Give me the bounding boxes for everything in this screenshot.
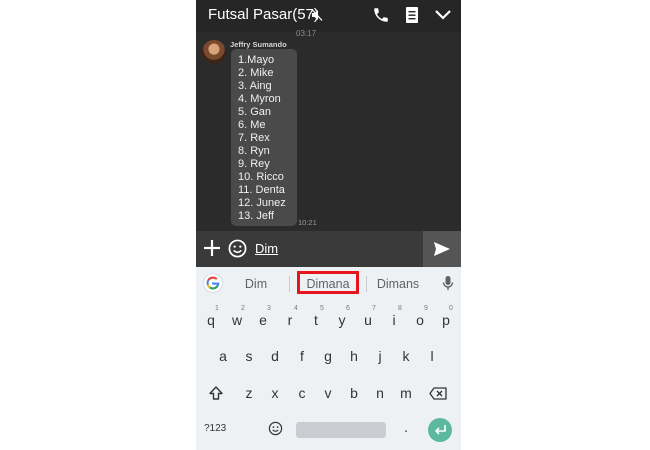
key-hint: 8 xyxy=(398,305,402,312)
key-x[interactable]: x xyxy=(264,385,286,401)
key-hint: 0 xyxy=(449,305,453,312)
key-g[interactable]: g xyxy=(317,348,339,364)
key-hint: 6 xyxy=(346,305,350,312)
key-d[interactable]: d xyxy=(264,348,286,364)
keyboard: Dim Dimana Dimans q w e r t y u i o p 1 … xyxy=(196,267,461,450)
emoji-key-icon[interactable] xyxy=(268,421,283,441)
enter-button[interactable] xyxy=(428,418,452,442)
phone-screen: Futsal Pasar(57) 03:17 Jeffry Sumando 1.… xyxy=(196,0,461,450)
message-line: 1.Mayo xyxy=(238,54,275,66)
key-y[interactable]: y xyxy=(331,312,353,328)
key-n[interactable]: n xyxy=(369,385,391,401)
key-i[interactable]: i xyxy=(383,312,405,328)
message-time: 10:21 xyxy=(298,218,317,227)
suggestion-divider xyxy=(366,276,367,292)
key-w[interactable]: w xyxy=(226,312,248,328)
suggestion-divider xyxy=(289,276,290,292)
message-line: 9. Rey xyxy=(238,158,270,170)
message-line: 13. Jeff xyxy=(238,210,274,222)
key-f[interactable]: f xyxy=(291,348,313,364)
key-l[interactable]: l xyxy=(421,348,443,364)
key-hint: 3 xyxy=(267,305,271,312)
key-hint: 2 xyxy=(241,305,245,312)
shift-icon[interactable] xyxy=(208,385,224,406)
previous-message-time: 03:17 xyxy=(296,29,317,38)
message-line: 6. Me xyxy=(238,119,266,131)
message-line: 7. Rex xyxy=(238,132,270,144)
space-bar[interactable] xyxy=(296,422,386,438)
suggestion-1[interactable]: Dim xyxy=(236,277,276,291)
key-o[interactable]: o xyxy=(409,312,431,328)
send-button[interactable] xyxy=(423,231,461,267)
message-line: 3. Aing xyxy=(238,80,272,92)
message-bubble[interactable]: 1.Mayo 2. Mike 3. Aing 4. Myron 5. Gan 6… xyxy=(231,49,297,226)
emoji-icon[interactable] xyxy=(228,239,247,263)
chevron-down-icon[interactable] xyxy=(434,8,452,27)
message-line: 8. Ryn xyxy=(238,145,270,157)
backspace-icon[interactable] xyxy=(429,387,447,405)
key-q[interactable]: q xyxy=(200,312,222,328)
key-hint: 5 xyxy=(320,305,324,312)
message-input[interactable]: Dim xyxy=(255,241,278,256)
period-key[interactable]: . xyxy=(404,419,408,435)
key-m[interactable]: m xyxy=(395,385,417,401)
key-hint: 7 xyxy=(372,305,376,312)
key-p[interactable]: p xyxy=(435,312,457,328)
symbols-key[interactable]: ?123 xyxy=(204,423,226,434)
google-logo-icon[interactable] xyxy=(204,274,222,292)
avatar[interactable] xyxy=(202,40,226,64)
message-input-bar: Dim xyxy=(196,231,461,267)
chat-header: Futsal Pasar(57) xyxy=(196,0,461,32)
key-hint: 1 xyxy=(215,305,219,312)
key-c[interactable]: c xyxy=(291,385,313,401)
phone-icon[interactable] xyxy=(372,6,390,29)
key-e[interactable]: e xyxy=(252,312,274,328)
message-line: 11. Denta xyxy=(238,184,285,196)
key-a[interactable]: a xyxy=(212,348,234,364)
sender-name: Jeffry Sumando xyxy=(230,40,287,49)
message-line: 12. Junez xyxy=(238,197,286,209)
key-hint: 9 xyxy=(424,305,428,312)
chat-title[interactable]: Futsal Pasar(57) xyxy=(208,6,319,23)
key-s[interactable]: s xyxy=(238,348,260,364)
mute-icon xyxy=(311,8,323,27)
suggestion-3[interactable]: Dimans xyxy=(372,277,424,291)
key-j[interactable]: j xyxy=(369,348,391,364)
key-k[interactable]: k xyxy=(395,348,417,364)
key-v[interactable]: v xyxy=(317,385,339,401)
key-z[interactable]: z xyxy=(238,385,260,401)
key-r[interactable]: r xyxy=(279,312,301,328)
suggestion-highlight-box xyxy=(297,271,359,294)
key-h[interactable]: h xyxy=(343,348,365,364)
key-b[interactable]: b xyxy=(343,385,365,401)
message-line: 5. Gan xyxy=(238,106,272,118)
key-t[interactable]: t xyxy=(305,312,327,328)
microphone-icon[interactable] xyxy=(442,275,454,296)
key-hint: 4 xyxy=(294,305,298,312)
message-line: 10. Ricco xyxy=(238,171,284,183)
message-line: 2. Mike xyxy=(238,67,274,79)
message-line: 4. Myron xyxy=(238,93,281,105)
plus-icon[interactable] xyxy=(203,239,221,262)
suggestion-bar: Dim Dimana Dimans xyxy=(196,267,461,300)
notes-icon[interactable] xyxy=(404,6,420,29)
key-u[interactable]: u xyxy=(357,312,379,328)
